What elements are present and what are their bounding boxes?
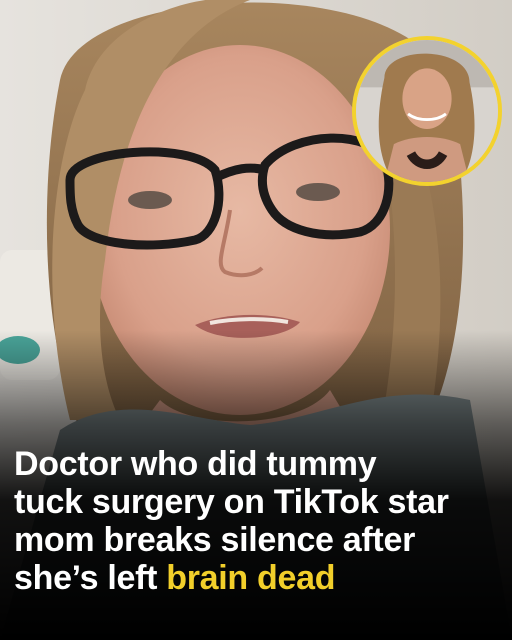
headline-line-1: Doctor who did tummy — [14, 445, 377, 483]
headline-line-4: she’s left brain dead — [14, 559, 504, 597]
headline: Doctor who did tummy tuck surgery on Tik… — [14, 445, 504, 597]
headline-line-4-prefix: she’s left — [14, 559, 167, 597]
headline-highlight: brain dead — [166, 559, 336, 597]
news-card: Doctor who did tummy tuck surgery on Tik… — [0, 0, 512, 640]
inset-photo — [356, 40, 498, 182]
headline-line-2: tuck surgery on TikTok star — [14, 483, 449, 521]
inset-portrait — [352, 36, 502, 186]
headline-line-3: mom breaks silence after — [14, 521, 415, 559]
